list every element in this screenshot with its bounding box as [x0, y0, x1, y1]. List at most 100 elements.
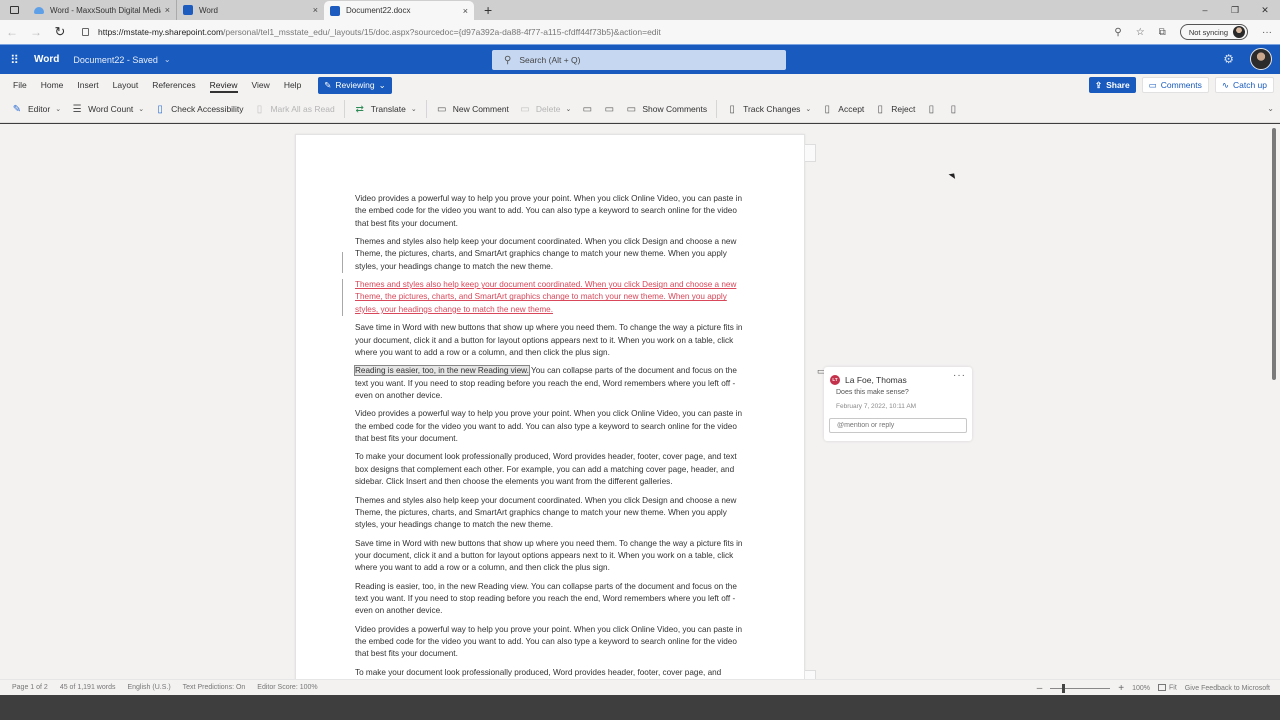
show-comments-button[interactable]: ▭ Show Comments	[620, 99, 712, 119]
url-host: https://mstate-my.sharepoint.com	[98, 27, 224, 37]
vertical-scrollbar[interactable]	[1272, 128, 1276, 380]
close-icon[interactable]: ×	[313, 5, 318, 15]
browser-tab-maxxsouth[interactable]: Word - MaxxSouth Digital Media ×	[28, 0, 176, 20]
paragraph-changed[interactable]: Themes and styles also help keep your do…	[342, 236, 750, 273]
document-body[interactable]: Video provides a powerful way to help yo…	[342, 193, 826, 679]
reject-button[interactable]: ▯ Reject	[869, 99, 920, 119]
new-tab-button[interactable]: +	[484, 2, 492, 18]
tab-insert[interactable]: Insert	[70, 74, 105, 96]
close-icon[interactable]: ×	[165, 5, 170, 15]
editor-score[interactable]: Editor Score: 100%	[257, 684, 317, 691]
reply-input[interactable]	[829, 418, 967, 433]
search-box[interactable]: ⚲ Search (Alt + Q)	[492, 50, 786, 70]
mark-all-read-button[interactable]: ▯ Mark All as Read	[248, 99, 339, 119]
url-field[interactable]: https://mstate-my.sharepoint.com /person…	[82, 27, 1114, 37]
translate-icon: ⇄	[355, 103, 364, 115]
page-count[interactable]: Page 1 of 2	[12, 684, 48, 691]
paragraph-deleted[interactable]: Themes and styles also help keep your do…	[342, 279, 750, 317]
status-bar: Page 1 of 2 45 of 1,191 words English (U…	[0, 679, 1280, 695]
share-button[interactable]: ⇪ Share	[1088, 77, 1136, 93]
tab-home[interactable]: Home	[34, 74, 71, 96]
tab-actions-button[interactable]	[0, 0, 28, 20]
chevron-down-icon[interactable]: ⌄	[164, 55, 171, 64]
next-change-button[interactable]: ▯	[942, 99, 964, 119]
zoom-slider[interactable]	[1050, 683, 1111, 693]
zoom-level[interactable]: 100%	[1132, 685, 1150, 692]
comment-card[interactable]: LT La Foe, Thomas ··· Does this make sen…	[824, 367, 972, 441]
feedback-link[interactable]: Give Feedback to Microsoft	[1185, 685, 1270, 692]
forward-button[interactable]: →	[24, 25, 48, 39]
previous-change-button[interactable]: ▯	[920, 99, 942, 119]
tab-review[interactable]: Review	[203, 74, 245, 96]
new-comment-button[interactable]: ▭ New Comment	[431, 99, 514, 119]
favorites-star-icon[interactable]: ☆	[1136, 27, 1145, 38]
paragraph[interactable]: Video provides a powerful way to help yo…	[355, 624, 750, 661]
track-changes-button[interactable]: ▯ Track Changes ⌄	[721, 99, 816, 119]
show-comments-icon: ▭	[626, 103, 637, 115]
gear-icon[interactable]: ⚙	[1223, 52, 1234, 66]
document-page[interactable]: Video provides a powerful way to help yo…	[295, 134, 826, 679]
comment-highlight[interactable]: Reading is easier, too, in the new Readi…	[354, 365, 530, 377]
editor-button[interactable]: ✎ Editor ⌄	[6, 99, 66, 119]
word-count-button[interactable]: ☰ Word Count ⌄	[66, 99, 149, 119]
close-icon[interactable]: ×	[463, 6, 468, 16]
sync-label: Not syncing	[1188, 27, 1228, 37]
reviewing-icon: ✎	[324, 79, 332, 90]
ribbon-expand-icon[interactable]: ⌄	[1267, 104, 1274, 113]
catch-up-button[interactable]: ∿ Catch up	[1214, 77, 1274, 93]
collections-icon[interactable]: ⧉	[1159, 27, 1166, 38]
word-count[interactable]: 45 of 1,191 words	[60, 684, 116, 691]
tab-view[interactable]: View	[245, 74, 277, 96]
more-options-icon[interactable]: ···	[953, 370, 966, 381]
browser-tab-word[interactable]: Word ×	[176, 0, 324, 20]
tab-help[interactable]: Help	[277, 74, 308, 96]
app-name[interactable]: Word	[34, 54, 59, 65]
translate-label: Translate	[370, 104, 406, 114]
comment-author-avatar: LT	[830, 375, 840, 385]
paragraph[interactable]: Save time in Word with new buttons that …	[355, 538, 750, 575]
paragraph[interactable]: To make your document look professionall…	[355, 451, 750, 488]
zoom-slider-thumb[interactable]	[1061, 683, 1065, 693]
back-button[interactable]: ←	[0, 25, 24, 39]
browser-tab-document22[interactable]: Document22.docx ×	[324, 1, 474, 20]
paragraph[interactable]: Save time in Word with new buttons that …	[355, 322, 750, 359]
reading-mode-icon[interactable]: ⚲	[1114, 27, 1121, 38]
zoom-in-button[interactable]: +	[1118, 683, 1124, 694]
paragraph[interactable]: To make your document look professionall…	[355, 667, 750, 679]
text-predictions[interactable]: Text Predictions: On	[183, 684, 246, 691]
ribbon-commands: ✎ Editor ⌄ ☰ Word Count ⌄ ▯ Check Access…	[0, 96, 1280, 123]
paragraph[interactable]: Themes and styles also help keep your do…	[355, 495, 750, 532]
delete-comment-button[interactable]: ▭ Delete ⌄	[514, 99, 576, 119]
document-title[interactable]: Document22 - Saved	[73, 55, 158, 65]
fit-button[interactable]: Fit	[1158, 684, 1177, 692]
zoom-out-button[interactable]: –	[1037, 683, 1043, 694]
close-window-button[interactable]: ✕	[1250, 0, 1280, 20]
next-comment-button[interactable]: ▭	[598, 99, 620, 119]
new-comment-label: New Comment	[452, 104, 509, 114]
tab-file[interactable]: File	[0, 74, 34, 96]
paragraph[interactable]: Video provides a powerful way to help yo…	[355, 408, 750, 445]
tab-layout[interactable]: Layout	[106, 74, 146, 96]
accept-button[interactable]: ▯ Accept	[816, 99, 869, 119]
previous-comment-button[interactable]: ▭	[576, 99, 598, 119]
minimize-button[interactable]: –	[1190, 0, 1220, 20]
app-launcher-icon[interactable]: ⠿	[0, 53, 28, 67]
refresh-button[interactable]: ↻	[48, 24, 72, 40]
comments-button[interactable]: ▭ Comments	[1141, 77, 1209, 93]
check-accessibility-button[interactable]: ▯ Check Accessibility	[149, 99, 248, 119]
lock-icon	[82, 28, 89, 36]
reviewing-mode-button[interactable]: ✎ Reviewing ⌄	[318, 76, 392, 94]
document-canvas: Video provides a powerful way to help yo…	[0, 124, 1280, 679]
tab-references[interactable]: References	[145, 74, 202, 96]
language[interactable]: English (U.S.)	[127, 684, 170, 691]
paragraph[interactable]: Video provides a powerful way to help yo…	[355, 193, 750, 230]
translate-button[interactable]: ⇄ Translate ⌄	[349, 99, 422, 119]
account-avatar[interactable]	[1250, 48, 1272, 70]
more-icon[interactable]: ···	[1262, 27, 1272, 38]
divider	[425, 100, 427, 118]
restore-button[interactable]: ❐	[1220, 0, 1250, 20]
paragraph-commented[interactable]: Reading is easier, too, in the new Readi…	[354, 365, 826, 402]
profile-sync-button[interactable]: Not syncing	[1179, 24, 1248, 40]
reject-icon: ▯	[877, 103, 884, 115]
paragraph[interactable]: Reading is easier, too, in the new Readi…	[355, 581, 750, 618]
